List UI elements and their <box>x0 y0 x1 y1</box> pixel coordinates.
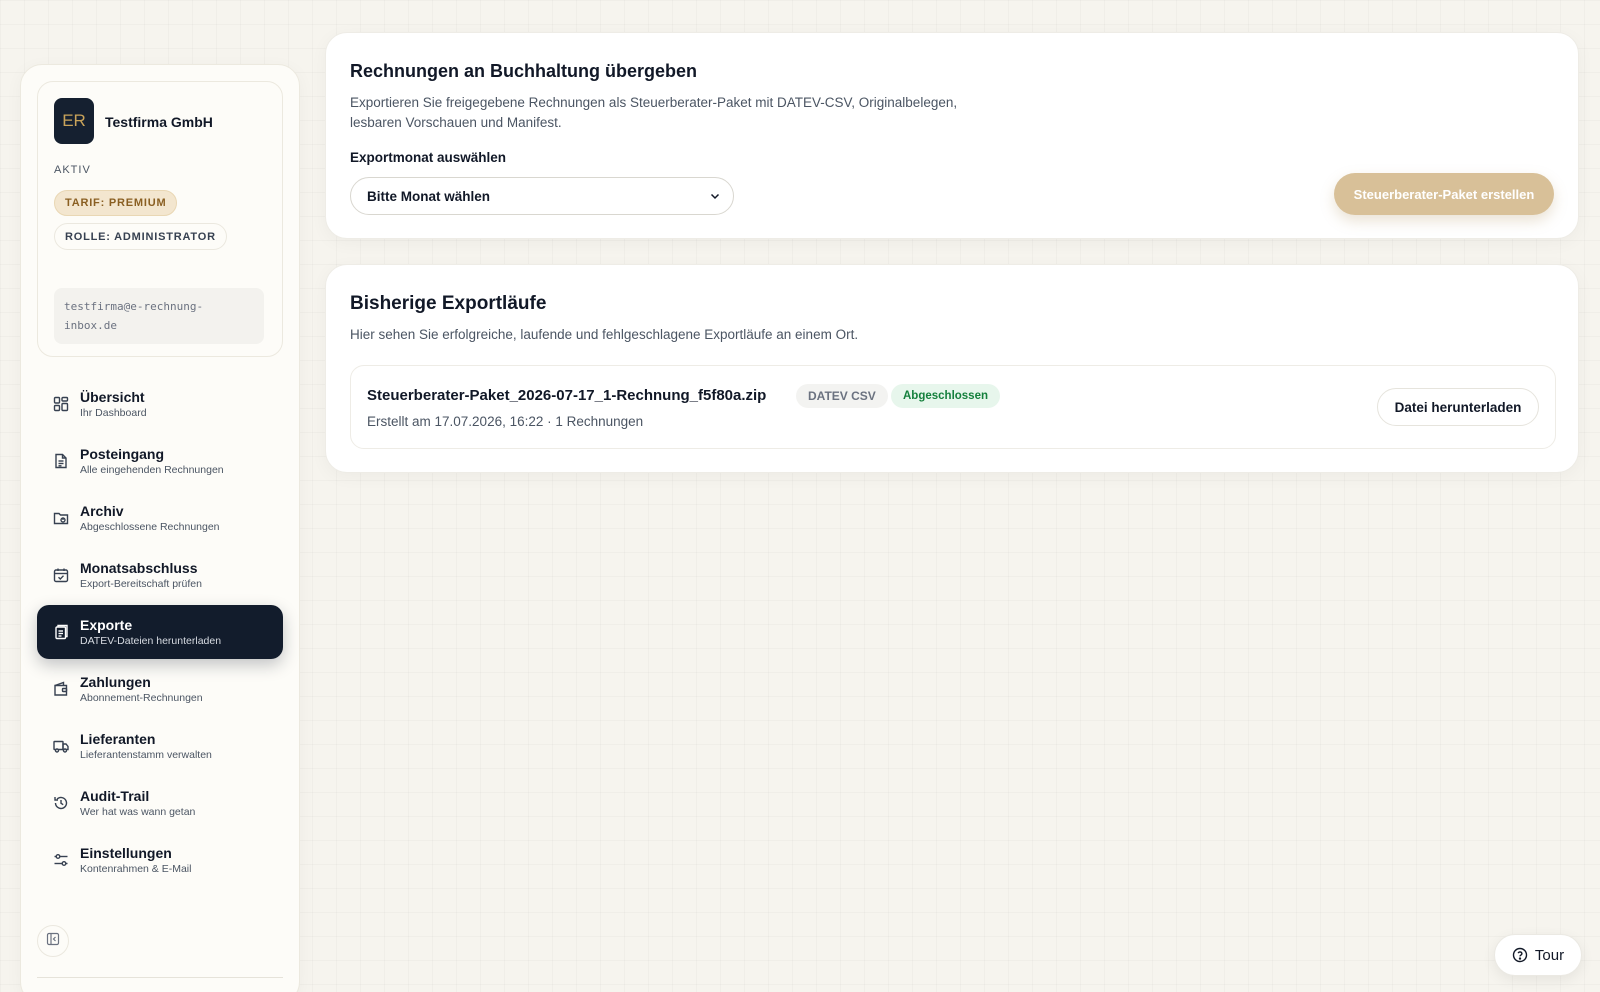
sidebar-item-subtitle: Export-Bereitschaft prüfen <box>80 577 202 590</box>
sidebar-item-uebersicht[interactable]: Übersicht Ihr Dashboard <box>37 377 283 431</box>
avatar: ER <box>54 98 94 144</box>
export-history-card: Bisherige Exportläufe Hier sehen Sie erf… <box>325 264 1579 473</box>
help-circle-icon <box>1512 947 1528 963</box>
export-month-label: Exportmonat auswählen <box>350 150 507 165</box>
export-card: Rechnungen an Buchhaltung übergeben Expo… <box>325 32 1579 239</box>
export-history-title: Bisherige Exportläufe <box>350 293 547 314</box>
sidebar-collapse-icon <box>46 932 60 951</box>
export-type-badge: DATEV CSV <box>796 384 888 408</box>
sidebar-nav: Übersicht Ihr Dashboard Posteingang Alle… <box>37 377 283 890</box>
sidebar-item-title: Übersicht <box>80 388 145 405</box>
sidebar-item-title: Posteingang <box>80 445 165 462</box>
chevron-down-icon <box>709 190 721 202</box>
export-run-row: Steuerberater-Paket_2026-07-17_1-Rechnun… <box>350 365 1556 449</box>
wallet-icon <box>53 681 69 697</box>
tour-button[interactable]: Tour <box>1494 934 1582 976</box>
company-name: Testfirma GmbH <box>105 114 213 130</box>
create-package-button[interactable]: Steuerberater-Paket erstellen <box>1334 173 1554 215</box>
calendar-check-icon <box>53 567 69 583</box>
sidebar-item-audit-trail[interactable]: Audit-Trail Wer hat was wann getan <box>37 776 283 830</box>
export-history-description: Hier sehen Sie erfolgreiche, laufende un… <box>350 327 859 342</box>
sidebar-item-exporte[interactable]: Exporte DATEV-Dateien herunterladen <box>37 605 283 659</box>
sidebar-item-zahlungen[interactable]: Zahlungen Abonnement-Rechnungen <box>37 662 283 716</box>
role-badge: ROLLE: ADMINISTRATOR <box>54 223 227 250</box>
profile-card: ER Testfirma GmbH AKTIV TARIF: PREMIUM R… <box>37 81 283 357</box>
export-month-value: Bitte Monat wählen <box>367 188 491 204</box>
sidebar-item-title: Audit-Trail <box>80 787 150 804</box>
sidebar: ER Testfirma GmbH AKTIV TARIF: PREMIUM R… <box>20 64 300 992</box>
folder-icon <box>53 510 69 526</box>
tour-label: Tour <box>1534 946 1565 964</box>
export-meta: Erstellt am 17.07.2026, 16:22 · 1 Rechnu… <box>367 414 644 429</box>
status-badge: Abgeschlossen <box>891 384 1000 408</box>
sidebar-divider <box>37 977 283 978</box>
document-icon <box>53 453 69 469</box>
sidebar-item-subtitle: Lieferantenstamm verwalten <box>80 748 212 761</box>
export-card-title: Rechnungen an Buchhaltung übergeben <box>350 61 698 81</box>
collapse-sidebar-button[interactable] <box>37 925 69 957</box>
sidebar-item-title: Archiv <box>80 502 124 519</box>
sidebar-item-subtitle: Abonnement-Rechnungen <box>80 691 203 704</box>
sidebar-item-posteingang[interactable]: Posteingang Alle eingehenden Rechnungen <box>37 434 283 488</box>
sidebar-item-einstellungen[interactable]: Einstellungen Kontenrahmen & E-Mail <box>37 833 283 887</box>
export-month-select[interactable]: Bitte Monat wählen <box>350 177 734 215</box>
inbox-email: testfirma@e-rechnung-inbox.de <box>54 288 264 344</box>
sidebar-item-subtitle: Kontenrahmen & E-Mail <box>80 862 192 875</box>
sidebar-item-monatsabschluss[interactable]: Monatsabschluss Export-Bereitschaft prüf… <box>37 548 283 602</box>
sidebar-item-subtitle: DATEV-Dateien herunterladen <box>80 634 222 647</box>
history-icon <box>53 795 69 811</box>
download-file-button[interactable]: Datei herunterladen <box>1377 388 1539 426</box>
dashboard-icon <box>53 396 69 412</box>
truck-icon <box>53 738 69 754</box>
account-status: AKTIV <box>54 164 91 176</box>
sidebar-item-title: Zahlungen <box>80 673 151 690</box>
sidebar-item-archiv[interactable]: Archiv Abgeschlossene Rechnungen <box>37 491 283 545</box>
export-files-icon <box>53 624 69 640</box>
sidebar-item-subtitle: Abgeschlossene Rechnungen <box>80 520 220 533</box>
sliders-icon <box>53 852 69 868</box>
sidebar-item-title: Einstellungen <box>80 844 172 861</box>
sidebar-item-title: Exporte <box>80 616 133 633</box>
sidebar-item-title: Monatsabschluss <box>80 559 198 576</box>
sidebar-item-title: Lieferanten <box>80 730 156 747</box>
export-filename: Steuerberater-Paket_2026-07-17_1-Rechnun… <box>367 387 767 404</box>
sidebar-item-subtitle: Wer hat was wann getan <box>80 805 196 818</box>
tarif-badge: TARIF: PREMIUM <box>54 190 178 216</box>
sidebar-item-subtitle: Ihr Dashboard <box>80 406 147 419</box>
export-card-description: Exportieren Sie freigegebene Rechnungen … <box>350 95 958 130</box>
sidebar-item-lieferanten[interactable]: Lieferanten Lieferantenstamm verwalten <box>37 719 283 773</box>
sidebar-item-subtitle: Alle eingehenden Rechnungen <box>80 463 224 476</box>
